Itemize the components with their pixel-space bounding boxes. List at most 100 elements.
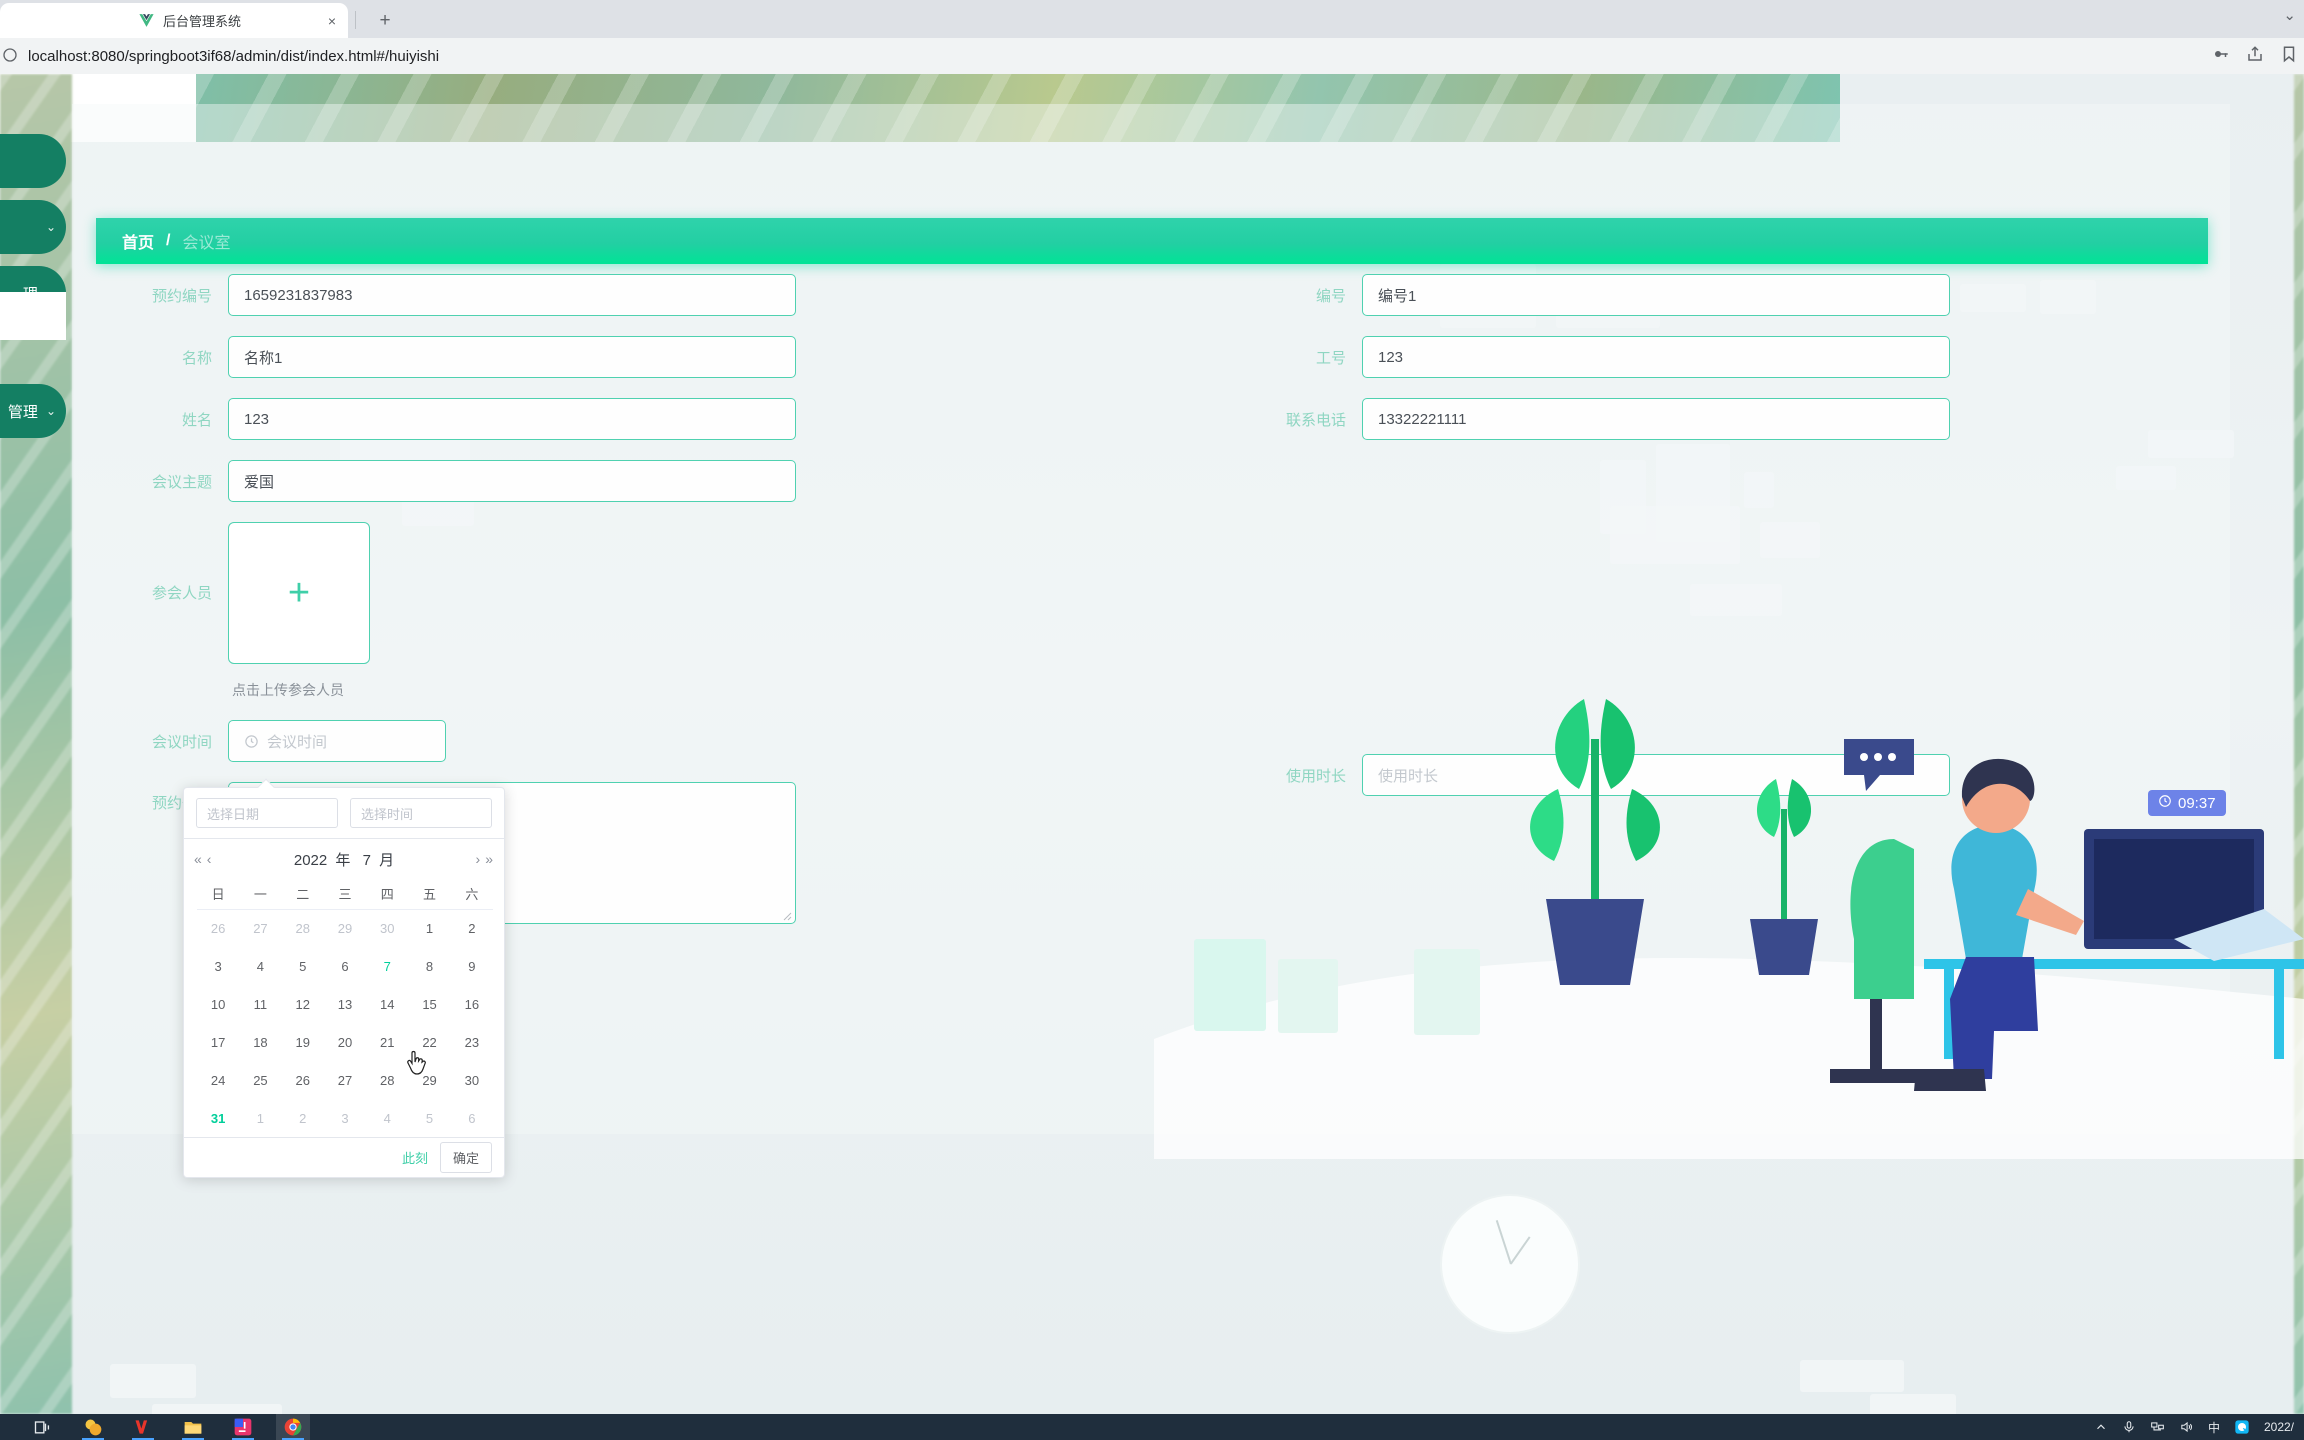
calendar-day-cell[interactable]: 23	[451, 1023, 493, 1061]
calendar-day-cell[interactable]: 30	[451, 1061, 493, 1099]
calendar-day-cell[interactable]: 28	[282, 909, 324, 947]
now-button[interactable]: 此刻	[402, 1148, 428, 1167]
upload-avatar-button[interactable]: +	[228, 522, 370, 664]
field-label: 姓名	[181, 411, 212, 429]
mingcheng-input[interactable]: 名称1	[228, 336, 796, 378]
share-icon[interactable]	[2246, 45, 2264, 68]
calendar-day-cell[interactable]: 10	[197, 985, 239, 1023]
field-huiyi-zhuti: 会议主题 爱国	[96, 460, 796, 502]
calendar-day-cell[interactable]: 18	[239, 1023, 281, 1061]
calendar-day-cell[interactable]: 5	[282, 947, 324, 985]
breadcrumb-separator: /	[166, 232, 171, 249]
calendar-day-cell[interactable]: 22	[408, 1023, 450, 1061]
bianhao-input[interactable]: 编号1	[1362, 274, 1950, 316]
xingming-input[interactable]: 123	[228, 398, 796, 440]
field-label: 参会人员	[151, 585, 212, 602]
calendar-day-cell[interactable]: 29	[324, 909, 366, 947]
calendar-day-cell[interactable]: 28	[366, 1061, 408, 1099]
calendar-day-cell[interactable]: 2	[282, 1099, 324, 1137]
calendar-day-cell[interactable]: 1	[239, 1099, 281, 1137]
address-bar[interactable]: localhost:8080/springboot3if68/admin/dis…	[0, 38, 2304, 74]
datetime-picker-popup[interactable]: 选择日期 选择时间 « ‹ 2022 年 7 月 › » 日一二三四五六 26 2…	[183, 778, 505, 1178]
calendar-day-cell[interactable]: 27	[239, 909, 281, 947]
sidebar-item-label: 管理	[7, 403, 38, 421]
calendar-day-cell[interactable]: 30	[366, 909, 408, 947]
microphone-icon[interactable]	[2122, 1420, 2136, 1434]
calendar-day-cell[interactable]: 5	[408, 1099, 450, 1137]
calendar-day-cell[interactable]: 12	[282, 985, 324, 1023]
picker-date-input[interactable]: 选择日期	[196, 798, 338, 828]
calendar-day-cell[interactable]: 3	[197, 947, 239, 985]
bookmark-icon[interactable]	[2280, 45, 2298, 68]
weekday-header: 三	[323, 879, 367, 910]
picker-header: « ‹ 2022 年 7 月 › »	[184, 839, 504, 879]
calendar-day-cell[interactable]: 9	[451, 947, 493, 985]
calendar-day-cell[interactable]: 4	[239, 947, 281, 985]
picker-year-unit: 年	[335, 851, 351, 869]
resize-handle-icon[interactable]	[780, 908, 792, 921]
info-icon[interactable]	[2, 47, 20, 65]
field-bianhao: 编号 编号1	[1250, 274, 1950, 316]
picker-time-input[interactable]: 选择时间	[350, 798, 492, 828]
calendar-grid[interactable]: 日一二三四五六 26 27 28 29 30 1 2 3 4 5 6 7 8 9 10 11 12 13 14 15 1…	[197, 879, 493, 1137]
calendar-day-cell[interactable]: 13	[324, 985, 366, 1023]
calendar-day-cell[interactable]: 2	[451, 909, 493, 947]
lianxi-dianhua-input[interactable]: 13322221111	[1362, 398, 1950, 440]
sidebar-item-0[interactable]	[0, 134, 66, 188]
huiyi-zhuti-input[interactable]: 爱国	[228, 460, 796, 502]
calendar-day-cell[interactable]: 3	[324, 1099, 366, 1137]
calendar-day-cell[interactable]: 25	[239, 1061, 281, 1099]
task-view-icon[interactable]	[26, 1414, 60, 1440]
calendar-day-cell[interactable]: 19	[282, 1023, 324, 1061]
weekday-header: 二	[281, 879, 324, 910]
calendar-week-row: 24 25 26 27 28 29 30	[197, 1061, 493, 1099]
file-explorer-icon[interactable]	[176, 1414, 210, 1440]
calendar-day-cell[interactable]: 26	[197, 909, 239, 947]
calendar-day-cell[interactable]: 8	[408, 947, 450, 985]
confirm-button[interactable]: 确定	[439, 1142, 492, 1173]
wps-icon[interactable]	[126, 1414, 160, 1440]
sidebar-item-3[interactable]: 管理 ⌄	[0, 384, 66, 438]
meeting-time-input[interactable]: 会议时间	[228, 720, 446, 762]
calendar-day-cell[interactable]: 29	[408, 1061, 450, 1099]
ime-cn-icon[interactable]: 中	[2208, 1419, 2220, 1436]
prev-year-button[interactable]: «	[194, 851, 203, 867]
qq-icon[interactable]	[2234, 1419, 2250, 1435]
key-icon[interactable]	[2212, 45, 2230, 68]
app-orange-icon[interactable]	[76, 1414, 110, 1440]
window-controls[interactable]: ⌄	[2283, 6, 2296, 24]
calendar-day-cell[interactable]: 31	[197, 1099, 239, 1137]
yuyue-bianhao-input[interactable]: 1659231837983	[228, 274, 796, 316]
tab-close-icon-active[interactable]: ×	[328, 14, 336, 28]
calendar-day-cell[interactable]: 6	[324, 947, 366, 985]
next-month-button[interactable]: ›	[476, 851, 482, 867]
breadcrumb-home-link[interactable]: 首页	[122, 229, 154, 253]
chevron-up-icon[interactable]	[2094, 1420, 2108, 1434]
calendar-day-cell[interactable]: 11	[239, 985, 281, 1023]
calendar-day-cell[interactable]: 24	[197, 1061, 239, 1099]
calendar-day-cell[interactable]: 21	[366, 1023, 408, 1061]
field-label: 会议主题	[151, 473, 212, 491]
calendar-day-cell[interactable]: 16	[451, 985, 493, 1023]
calendar-day-cell[interactable]: 14	[366, 985, 408, 1023]
calendar-day-cell[interactable]: 17	[197, 1023, 239, 1061]
new-tab-button[interactable]: +	[372, 8, 398, 34]
calendar-day-cell[interactable]: 4	[366, 1099, 408, 1137]
chrome-icon[interactable]	[276, 1414, 310, 1440]
sidebar-item-1[interactable]: ⌄	[0, 200, 66, 254]
calendar-day-cell[interactable]: 6	[451, 1099, 493, 1137]
volume-icon[interactable]	[2179, 1420, 2194, 1434]
taskbar-date[interactable]: 2022/	[2264, 1420, 2294, 1434]
calendar-day-cell[interactable]: 26	[282, 1061, 324, 1099]
browser-tab-active[interactable]: 后台管理系统 ×	[126, 3, 348, 38]
field-huiyi-shijian: 会议时间 会议时间	[96, 720, 796, 762]
next-year-button[interactable]: »	[485, 851, 494, 867]
calendar-day-cell[interactable]: 27	[324, 1061, 366, 1099]
gonghao-input[interactable]: 123	[1362, 336, 1950, 378]
calendar-day-cell[interactable]: 15	[408, 985, 450, 1023]
calendar-day-cell[interactable]: 20	[324, 1023, 366, 1061]
calendar-day-cell[interactable]: 7	[366, 947, 408, 985]
intellij-icon[interactable]	[226, 1414, 260, 1440]
calendar-day-cell[interactable]: 1	[408, 909, 450, 947]
network-icon[interactable]	[2150, 1420, 2165, 1434]
